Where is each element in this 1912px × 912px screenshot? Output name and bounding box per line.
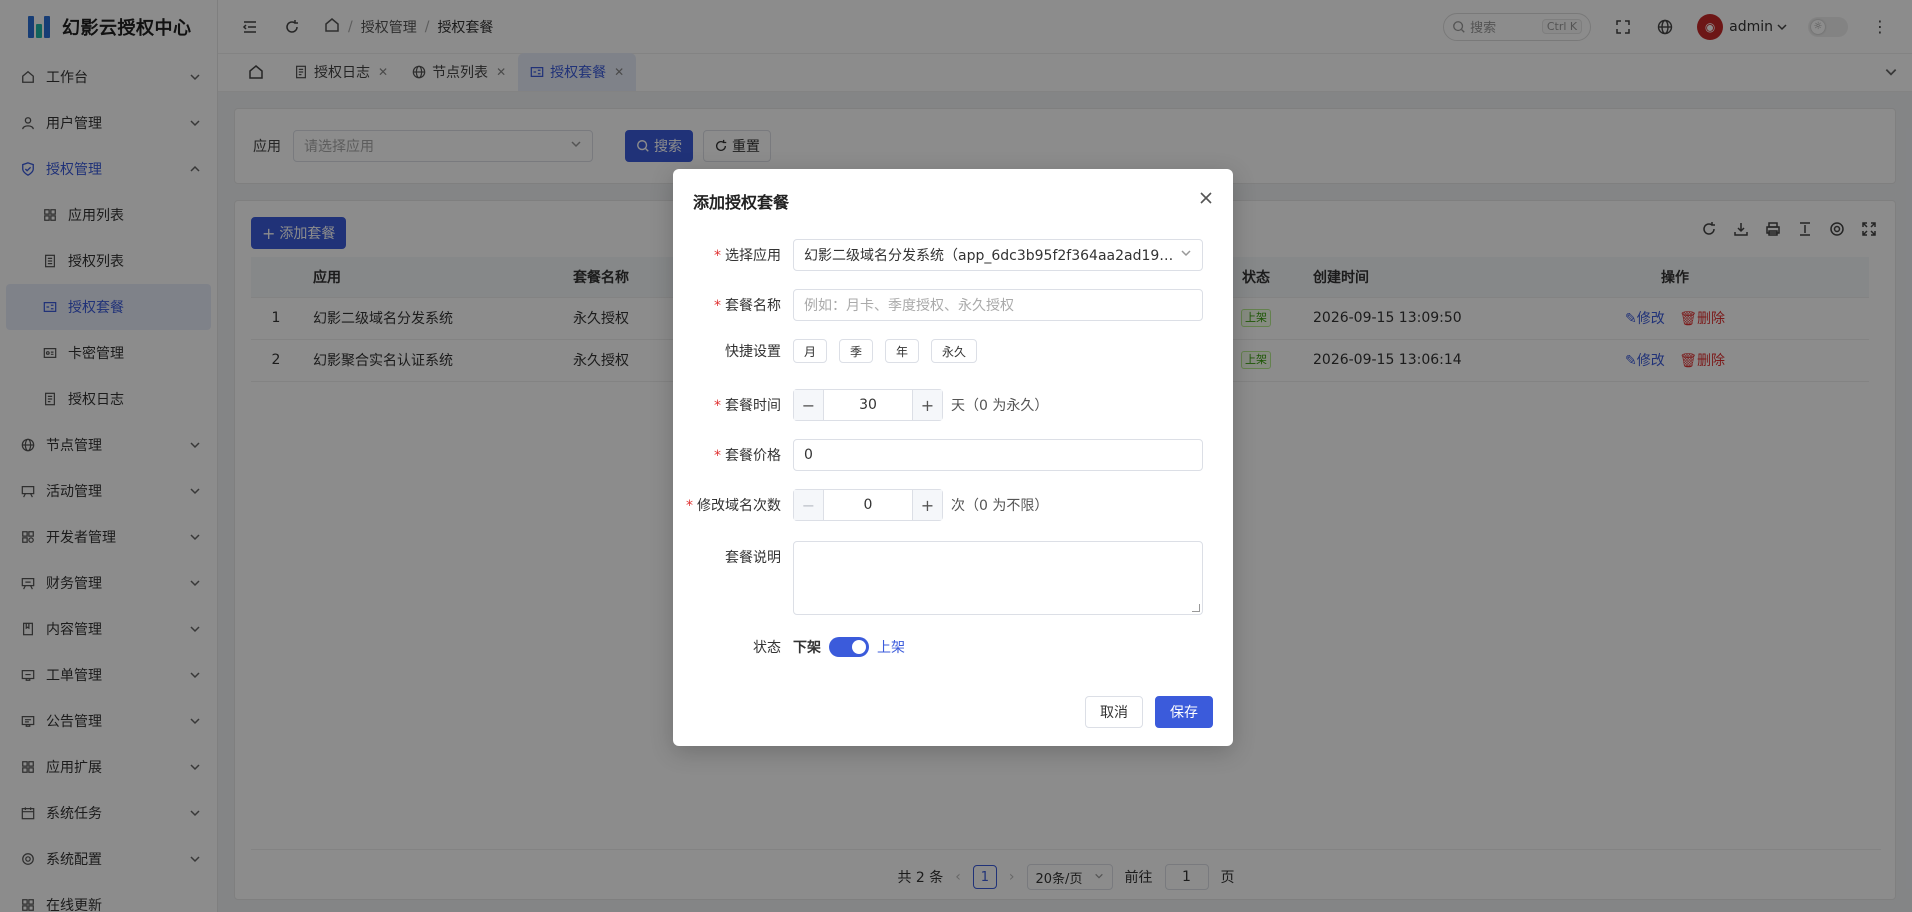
required-mark: * xyxy=(714,448,721,464)
desc-field-label: 套餐说明 xyxy=(725,550,781,566)
decrement-button[interactable]: − xyxy=(794,390,824,420)
domain-field-label: * 修改域名次数 xyxy=(673,495,793,515)
domain-value[interactable]: 0 xyxy=(824,490,912,520)
switch-knob xyxy=(852,640,866,654)
price-field-label: * 套餐价格 xyxy=(673,445,793,465)
desc-textarea[interactable] xyxy=(793,541,1203,615)
add-package-dialog: 添加授权套餐 * 选择应用 幻影二级域名分发系统（app_6dc3b95f2f36… xyxy=(673,169,1233,746)
form-row-domain: * 修改域名次数 − 0 + 次（0 为不限） xyxy=(673,489,1233,521)
required-mark: * xyxy=(714,248,721,264)
time-field-label-text: 套餐时间 xyxy=(725,398,781,414)
domain-suffix: 次（0 为不限） xyxy=(951,498,1049,514)
app-field-label-text: 选择应用 xyxy=(725,248,781,264)
time-stepper: − 30 + xyxy=(793,389,943,421)
status-switch[interactable] xyxy=(829,637,869,657)
form-row-app: * 选择应用 幻影二级域名分发系统（app_6dc3b95f2f364aa2ad1… xyxy=(673,239,1233,271)
price-field-label-text: 套餐价格 xyxy=(725,448,781,464)
cancel-button[interactable]: 取消 xyxy=(1085,696,1143,728)
name-field-label-text: 套餐名称 xyxy=(725,298,781,314)
form-row-desc: 套餐说明 xyxy=(673,541,1233,615)
price-value: 0 xyxy=(804,447,813,463)
quick-forever-button[interactable]: 永久 xyxy=(931,339,978,363)
form-row-status: 状态 下架 上架 xyxy=(673,637,1233,657)
package-name-placeholder: 例如：月卡、季度授权、永久授权 xyxy=(804,298,1014,314)
close-icon[interactable] xyxy=(1197,189,1215,207)
quick-field-label: 快捷设置 xyxy=(725,344,781,360)
price-input[interactable]: 0 xyxy=(793,439,1203,471)
app-select-value: 幻影二级域名分发系统（app_6dc3b95f2f364aa2ad19418..… xyxy=(804,248,1174,264)
increment-button[interactable]: + xyxy=(912,390,942,420)
dialog-footer: 取消 保存 xyxy=(1085,696,1213,728)
decrement-button[interactable]: − xyxy=(794,490,824,520)
dialog-title: 添加授权套餐 xyxy=(693,193,790,212)
quick-year-button[interactable]: 年 xyxy=(885,339,920,363)
time-value[interactable]: 30 xyxy=(824,390,912,420)
increment-button[interactable]: + xyxy=(912,490,942,520)
domain-field-label-text: 修改域名次数 xyxy=(697,498,781,514)
time-field-label: * 套餐时间 xyxy=(673,395,793,415)
required-mark: * xyxy=(714,398,721,414)
required-mark: * xyxy=(714,298,721,314)
form-row-price: * 套餐价格 0 xyxy=(673,439,1233,471)
app-select[interactable]: 幻影二级域名分发系统（app_6dc3b95f2f364aa2ad19418..… xyxy=(793,239,1203,271)
required-mark: * xyxy=(686,498,693,514)
domain-stepper: − 0 + xyxy=(793,489,943,521)
form-row-quick: 快捷设置 月 季 年 永久 xyxy=(673,339,1233,363)
name-field-label: * 套餐名称 xyxy=(673,295,793,315)
form-row-name: * 套餐名称 例如：月卡、季度授权、永久授权 xyxy=(673,289,1233,321)
chevron-down-icon xyxy=(1180,247,1192,263)
package-name-input[interactable]: 例如：月卡、季度授权、永久授权 xyxy=(793,289,1203,321)
form-row-time: * 套餐时间 − 30 + 天（0 为永久） xyxy=(673,389,1233,421)
status-on-label: 上架 xyxy=(877,640,905,656)
quick-quarter-button[interactable]: 季 xyxy=(839,339,874,363)
resize-handle[interactable] xyxy=(1192,604,1200,612)
quick-month-button[interactable]: 月 xyxy=(793,339,828,363)
app-field-label: * 选择应用 xyxy=(673,245,793,265)
time-suffix: 天（0 为永久） xyxy=(951,398,1049,414)
save-button[interactable]: 保存 xyxy=(1155,696,1213,728)
status-field-label: 状态 xyxy=(753,640,781,656)
status-off-label: 下架 xyxy=(793,640,821,656)
